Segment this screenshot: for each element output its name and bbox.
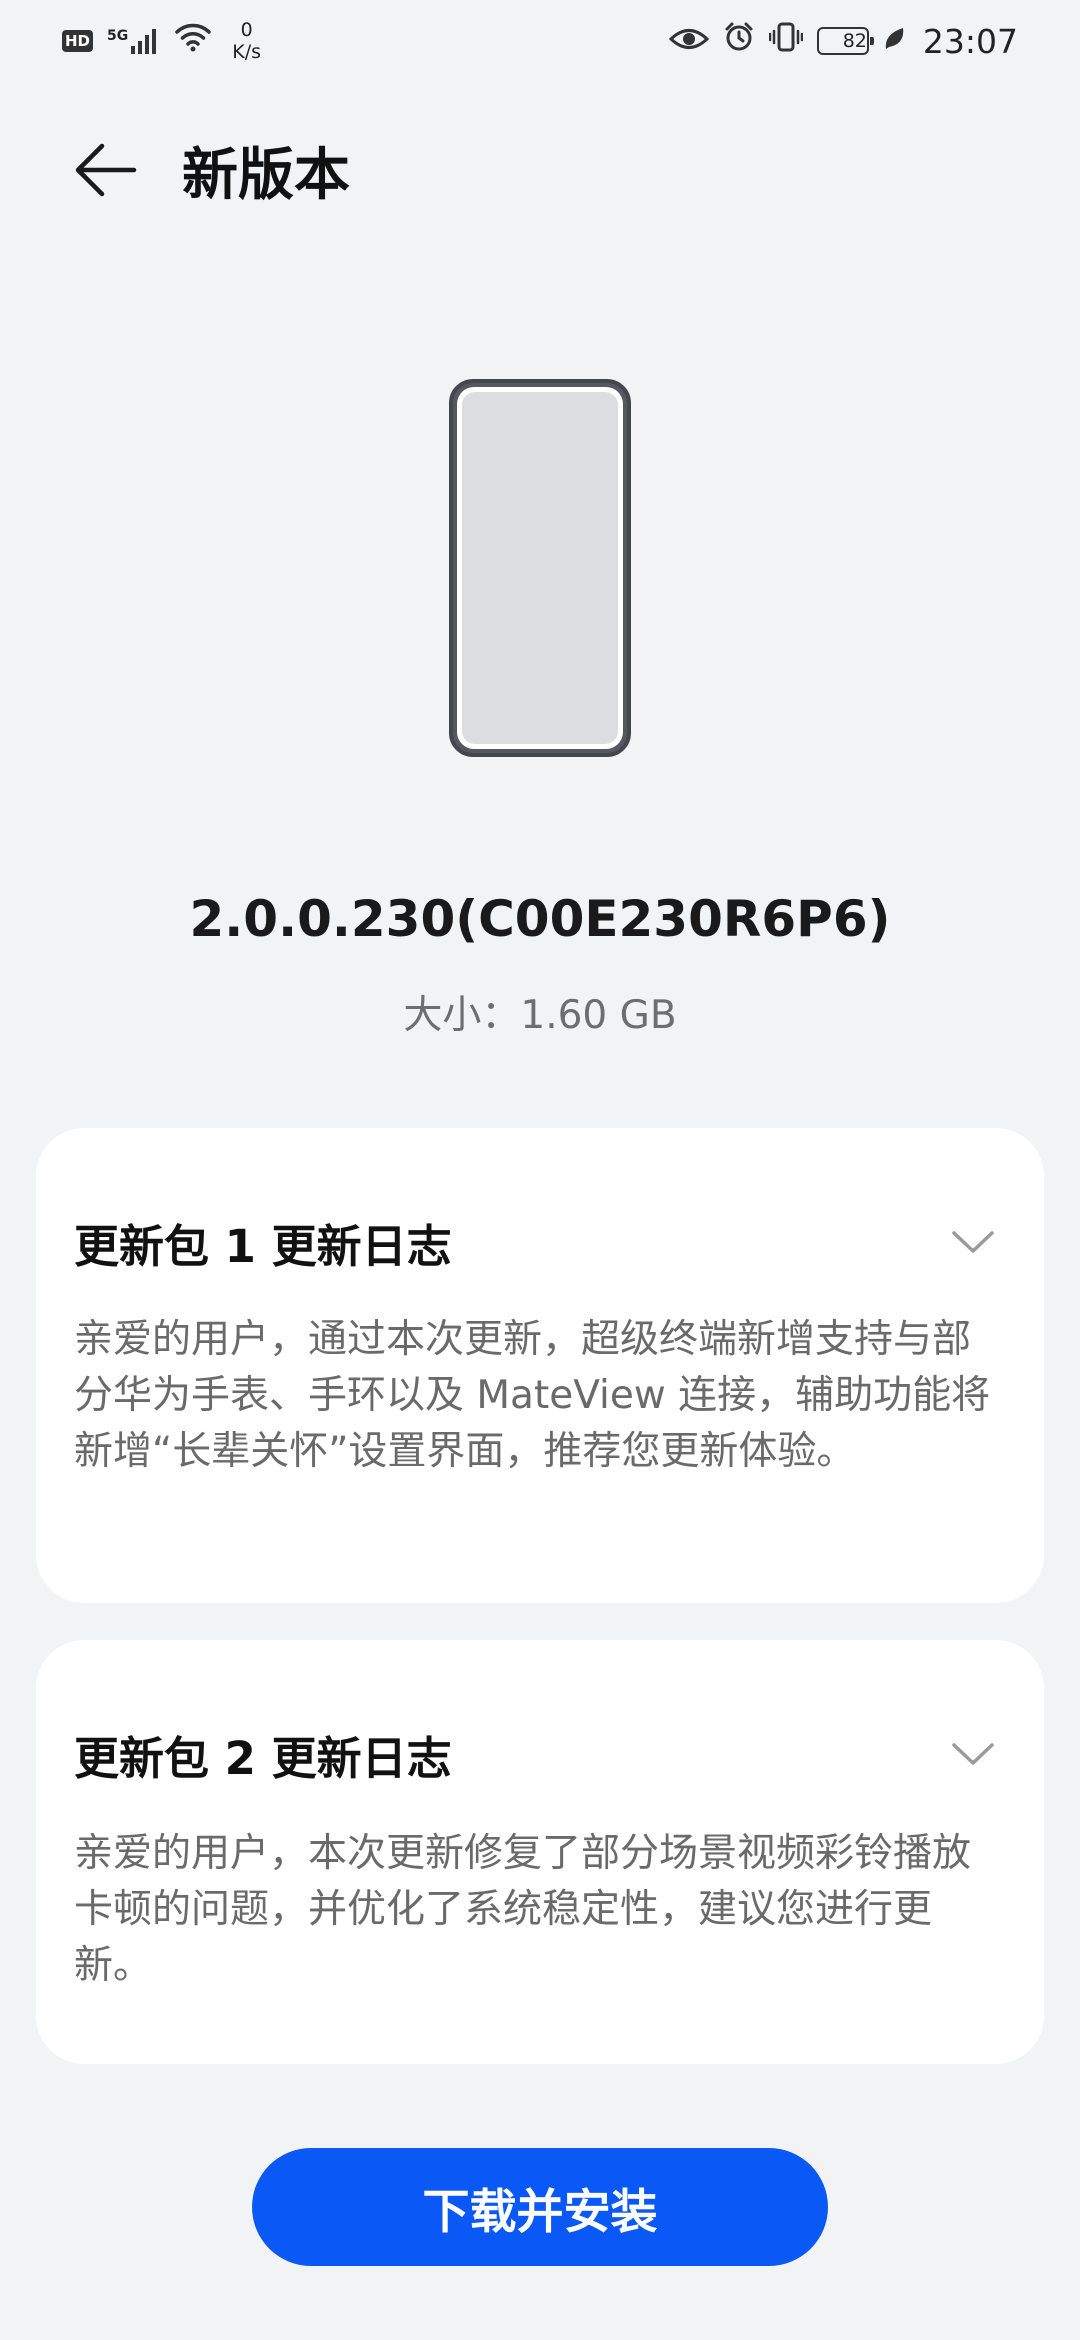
- net-speed-value: 0: [240, 19, 253, 41]
- wifi-icon: [174, 22, 212, 60]
- page-title: 新版本: [182, 142, 350, 208]
- net-speed: 0 K/s: [232, 19, 261, 63]
- changelog-body: 亲爱的用户，通过本次更新，超级终端新增支持与部分华为手表、手环以及 MateVi…: [74, 1317, 991, 1474]
- vibrate-icon: [768, 21, 804, 61]
- eye-comfort-icon: [668, 22, 710, 60]
- phone-illustration: [448, 378, 632, 758]
- package-size: 大小：1.60 GB: [403, 993, 677, 1038]
- signal-icon: 5G: [107, 28, 160, 54]
- header: 新版本: [0, 110, 1080, 230]
- status-bar: HD 5G 0 K/s 82 23:07: [0, 0, 1080, 82]
- changelog-card: 更新包 2 更新日志 亲爱的用户，本次更新修复了部分场景视频彩铃播放卡顿的问题，…: [36, 1640, 1044, 2064]
- download-install-button[interactable]: 下载并安装: [252, 2148, 828, 2266]
- hd-badge: HD: [62, 30, 94, 52]
- chevron-down-icon[interactable]: [950, 1228, 996, 1256]
- back-button[interactable]: [46, 110, 166, 230]
- changelog-card: 更新包 1 更新日志 亲爱的用户，通过本次更新，超级终端新增支持与部分华为手表、…: [36, 1128, 1044, 1603]
- clock: 23:07: [922, 21, 1018, 61]
- power-saving-leaf-icon: [883, 22, 905, 60]
- version-number: 2.0.0.230(C00E230R6P6): [189, 890, 891, 948]
- battery-level: 82: [842, 30, 867, 52]
- changelog-body: 亲爱的用户，本次更新修复了部分场景视频彩铃播放卡顿的问题，并优化了系统稳定性，建…: [74, 1831, 972, 1988]
- battery-icon: 82: [816, 27, 874, 55]
- status-right: 82 23:07: [668, 21, 1018, 61]
- changelog-header[interactable]: 更新包 2 更新日志: [74, 1708, 996, 1800]
- changelog-title: 更新包 1 更新日志: [74, 1219, 452, 1273]
- chevron-down-icon[interactable]: [950, 1740, 996, 1768]
- network-type: 5G: [107, 28, 129, 44]
- status-left: HD 5G 0 K/s: [62, 19, 261, 63]
- alarm-icon: [723, 21, 755, 61]
- changelog-header[interactable]: 更新包 1 更新日志: [74, 1196, 996, 1288]
- net-speed-unit: K/s: [232, 41, 262, 63]
- arrow-left-icon: [75, 143, 137, 197]
- changelog-title: 更新包 2 更新日志: [74, 1731, 452, 1785]
